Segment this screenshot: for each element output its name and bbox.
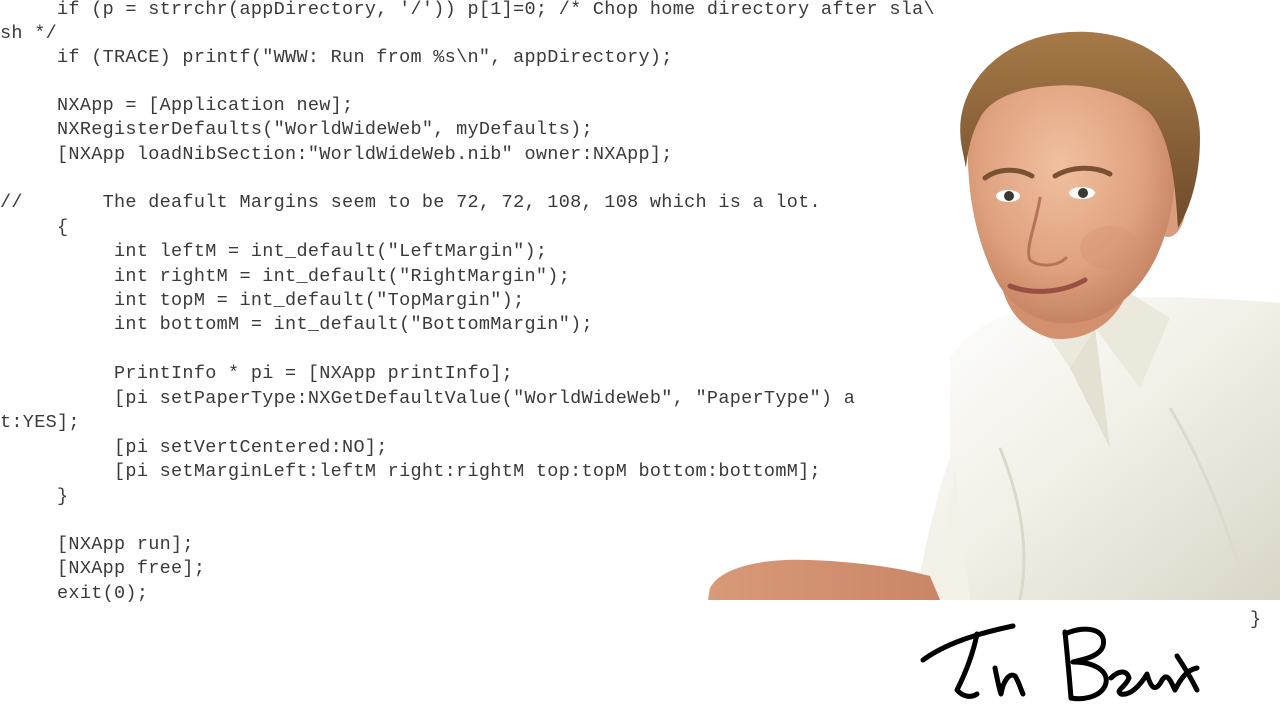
code-line-13: int topM = int_default("TopMargin"); (0, 290, 525, 311)
code-line-3: if (TRACE) printf("WWW: Run from %s\n", … (0, 47, 673, 68)
code-line-1: if (p = strrchr(appDirectory, '/')) p[1]… (0, 0, 935, 20)
code-line-14: int bottomM = int_default("BottomMargin"… (0, 314, 593, 335)
slide-canvas: if (p = strrchr(appDirectory, '/')) p[1]… (0, 0, 1280, 720)
code-line-6: NXRegisterDefaults("WorldWideWeb", myDef… (0, 119, 593, 140)
code-line-23: [NXApp run]; (0, 534, 194, 555)
handwritten-signature (920, 623, 1200, 702)
code-line-18: t:YES]; (0, 412, 80, 433)
code-line-10: { (0, 217, 69, 238)
code-line-20: [pi setMarginLeft:leftM right:rightM top… (0, 461, 821, 482)
code-line-9: // The deafult Margins seem to be 72, 72… (0, 192, 821, 213)
code-line-2: sh */ (0, 23, 58, 44)
code-line-12: int rightM = int_default("RightMargin"); (0, 266, 571, 287)
code-line-7: [NXApp loadNibSection:"WorldWideWeb.nib"… (0, 144, 673, 165)
code-line-21: } (0, 486, 69, 507)
code-line-19: [pi setVertCentered:NO]; (0, 437, 388, 458)
code-closing-brace: } (1250, 609, 1262, 630)
code-line-24: [NXApp free]; (0, 558, 206, 579)
code-line-25: exit(0); (0, 583, 149, 604)
code-line-16: PrintInfo * pi = [NXApp printInfo]; (0, 363, 514, 384)
shirt (915, 297, 1280, 600)
portrait-photo (708, 31, 1280, 600)
code-line-5: NXApp = [Application new]; (0, 95, 354, 116)
hand (708, 559, 950, 600)
code-line-11: int leftM = int_default("LeftMargin"); (0, 241, 548, 262)
